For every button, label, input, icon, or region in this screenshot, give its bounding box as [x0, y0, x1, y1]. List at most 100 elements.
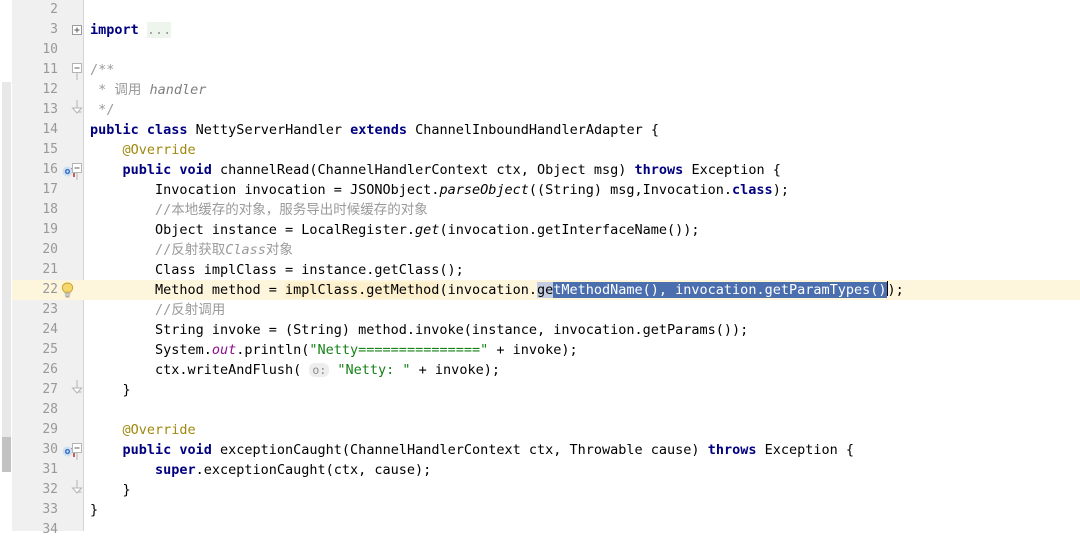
code-text[interactable]: Invocation invocation = JSONObject.parse… [155, 180, 789, 200]
code-token: } [122, 382, 131, 398]
line-number[interactable]: 13 [12, 100, 58, 120]
line-number[interactable]: 28 [12, 400, 58, 420]
code-line[interactable]: 23 //反射调用 [0, 300, 1080, 320]
code-token: /** [90, 62, 115, 78]
code-text[interactable]: } [90, 500, 98, 520]
fold-collapse-icon[interactable] [70, 380, 84, 400]
code-line[interactable]: 19 Object instance = LocalRegister.get(in… [0, 220, 1080, 240]
code-line[interactable]: 26 ctx.writeAndFlush( o: "Netty: " + invo… [0, 360, 1080, 380]
code-line[interactable]: 25 System.out.println("Netty=============… [0, 340, 1080, 360]
code-text[interactable]: } [122, 480, 130, 500]
line-number[interactable]: 29 [12, 420, 58, 440]
code-line[interactable]: 10 [0, 40, 1080, 60]
code-line[interactable]: 27} [0, 380, 1080, 400]
code-line[interactable]: 12 * 调用 handler [0, 80, 1080, 100]
code-token: NettyServerHandler [195, 122, 351, 138]
code-text[interactable]: ctx.writeAndFlush( o: "Netty: " + invoke… [155, 360, 500, 380]
code-text[interactable]: import ... [90, 20, 172, 40]
code-editor[interactable]: 2 3 import ... 10 11/** 12 * 调用 handler 13 */1… [0, 0, 1080, 537]
line-number[interactable]: 14 [12, 120, 58, 140]
code-text[interactable]: public void exceptionCaught(ChannelHandl… [122, 440, 854, 460]
code-token: */ [90, 102, 115, 118]
code-line[interactable]: 22 Method method = implClass.getMethod(in… [0, 280, 1080, 300]
code-text[interactable]: //本地缓存的对象，服务导出时候缓存的对象 [155, 200, 428, 220]
code-line[interactable]: 20 //反射获取Class对象 [0, 240, 1080, 260]
code-line[interactable]: 33} [0, 500, 1080, 520]
line-number[interactable]: 11 [12, 60, 58, 80]
code-line[interactable]: 11 /** [0, 60, 1080, 80]
code-text[interactable]: Method method = implClass.getMethod(invo… [155, 280, 904, 300]
code-text[interactable]: public void channelRead(ChannelHandlerCo… [122, 160, 780, 180]
code-line[interactable]: 13 */ [0, 100, 1080, 120]
fold-collapse-icon[interactable] [70, 100, 84, 120]
line-number[interactable]: 33 [12, 500, 58, 520]
code-token: ge [536, 282, 554, 298]
code-text[interactable]: //反射获取Class对象 [155, 240, 293, 260]
code-text[interactable]: */ [90, 100, 114, 120]
code-line[interactable]: 30 public void exceptionCaught(ChannelHan… [0, 440, 1080, 460]
code-line[interactable]: 3 import ... [0, 20, 1080, 40]
code-token: o: [309, 363, 330, 377]
line-number[interactable]: 22 [12, 280, 58, 300]
line-number[interactable]: 19 [12, 220, 58, 240]
line-number[interactable]: 16 [12, 160, 58, 180]
code-line[interactable]: 15 @Override [0, 140, 1080, 160]
code-text[interactable]: //反射调用 [155, 300, 225, 320]
code-token: get [415, 222, 440, 238]
line-number[interactable]: 34 [12, 520, 58, 540]
fold-collapse-icon[interactable] [70, 160, 84, 180]
line-number[interactable]: 32 [12, 480, 58, 500]
code-text[interactable]: super.exceptionCaught(ctx, cause); [155, 460, 431, 480]
fold-collapse-icon[interactable] [70, 480, 84, 500]
code-line[interactable]: 31 super.exceptionCaught(ctx, cause); [0, 460, 1080, 480]
line-number[interactable]: 10 [12, 40, 58, 60]
code-line[interactable]: 24 String invoke = (String) method.invoke… [0, 320, 1080, 340]
code-text[interactable]: @Override [122, 140, 195, 160]
line-background [12, 400, 1080, 420]
code-text[interactable]: System.out.println("Netty===============… [155, 340, 578, 360]
code-text[interactable]: @Override [122, 420, 195, 440]
line-background [12, 40, 1080, 60]
code-token: * [90, 82, 115, 98]
code-text[interactable]: } [122, 380, 130, 400]
line-number[interactable]: 30 [12, 440, 58, 460]
line-number[interactable]: 2 [12, 0, 58, 20]
code-line[interactable]: 16 public void channelRead(ChannelHandler… [0, 160, 1080, 180]
code-text[interactable]: /** [90, 60, 114, 80]
line-number[interactable]: 21 [12, 260, 58, 280]
line-number[interactable]: 24 [12, 320, 58, 340]
line-number[interactable]: 25 [12, 340, 58, 360]
fold-collapse-icon[interactable] [70, 440, 84, 460]
code-line[interactable]: 17 Invocation invocation = JSONObject.par… [0, 180, 1080, 200]
code-line[interactable]: 14 public class NettyServerHandler extend… [0, 120, 1080, 140]
code-line[interactable]: 28 [0, 400, 1080, 420]
line-number[interactable]: 20 [12, 240, 58, 260]
intention-bulb-icon[interactable] [60, 282, 76, 298]
line-background [12, 60, 1080, 80]
line-number[interactable]: 18 [12, 200, 58, 220]
code-text[interactable]: Object instance = LocalRegister.get(invo… [155, 220, 700, 240]
code-text[interactable]: String invoke = (String) method.invoke(i… [155, 320, 748, 340]
code-line[interactable]: 32} [0, 480, 1080, 500]
line-number[interactable]: 12 [12, 80, 58, 100]
code-text[interactable]: * 调用 handler [90, 80, 206, 100]
line-number[interactable]: 3 [12, 20, 58, 40]
code-line[interactable]: 34 [0, 520, 1080, 540]
line-number[interactable]: 15 [12, 140, 58, 160]
line-number[interactable]: 31 [12, 460, 58, 480]
line-number[interactable]: 17 [12, 180, 58, 200]
code-line[interactable]: 29 @Override [0, 420, 1080, 440]
code-line[interactable]: 2 [0, 0, 1080, 20]
code-token: super [154, 462, 196, 478]
code-text[interactable]: Class implClass = instance.getClass(); [155, 260, 464, 280]
line-number[interactable]: 26 [12, 360, 58, 380]
code-text[interactable]: public class NettyServerHandler extends … [90, 120, 659, 140]
code-line[interactable]: 18 //本地缓存的对象，服务导出时候缓存的对象 [0, 200, 1080, 220]
code-token: + invoke); [488, 342, 578, 358]
fold-expand-icon[interactable] [70, 20, 84, 40]
line-number[interactable]: 27 [12, 380, 58, 400]
line-number[interactable]: 23 [12, 300, 58, 320]
code-line[interactable]: 21 Class implClass = instance.getClass(); [0, 260, 1080, 280]
fold-collapse-icon[interactable] [70, 60, 84, 80]
code-lines[interactable]: 2 3 import ... 10 11/** 12 * 调用 handler 13 */1… [0, 0, 1080, 540]
